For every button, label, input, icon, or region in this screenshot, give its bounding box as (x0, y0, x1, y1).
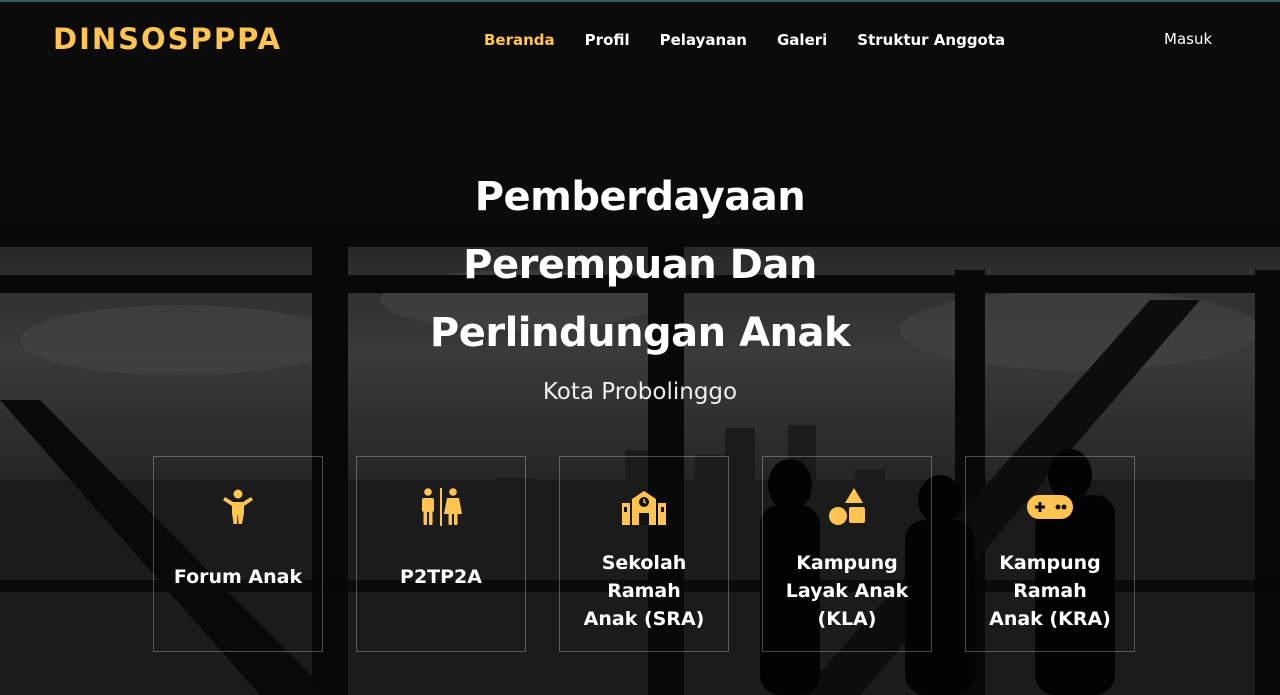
service-card-kampung-layak-anak[interactable]: Kampung Layak Anak (KLA) (762, 456, 932, 652)
top-accent-line (0, 0, 1280, 2)
site-logo[interactable]: DINSOSPPPA (53, 22, 282, 56)
nav-item-galeri[interactable]: Galeri (777, 31, 827, 49)
service-card-title-line: Kampung (796, 552, 898, 574)
nav-item-pelayanan[interactable]: Pelayanan (660, 31, 747, 49)
service-card-title: Kampung Ramah Anak (KRA) (979, 549, 1121, 633)
service-cards: Forum Anak P2TP2A Sekolah Ramah Anak (SR… (153, 456, 1135, 652)
shapes-icon (828, 487, 866, 527)
school-icon (622, 487, 666, 527)
service-card-title-line: Ramah (607, 580, 681, 602)
service-card-p2tp2a[interactable]: P2TP2A (356, 456, 526, 652)
nav-item-beranda[interactable]: Beranda (484, 31, 555, 49)
login-link[interactable]: Masuk (1164, 30, 1212, 48)
hero-title-line: Perlindungan Anak (429, 310, 851, 356)
child-icon (223, 487, 253, 527)
hero-headline: Pemberdayaan Perempuan Dan Perlindungan … (0, 163, 1280, 405)
service-card-sekolah-ramah-anak[interactable]: Sekolah Ramah Anak (SRA) (559, 456, 729, 652)
restroom-icon (420, 487, 462, 527)
site-header: DINSOSPPPA Beranda Profil Pelayanan Gale… (0, 0, 1280, 80)
hero-title-line: Pemberdayaan (474, 174, 806, 220)
service-card-title: Forum Anak (173, 566, 303, 588)
service-card-title-line: Sekolah (601, 552, 687, 574)
service-card-title-line: (KLA) (817, 608, 877, 630)
nav-item-struktur-anggota[interactable]: Struktur Anggota (857, 31, 1005, 49)
service-card-title-line: Kampung (999, 552, 1101, 574)
hero-section: DINSOSPPPA Beranda Profil Pelayanan Gale… (0, 0, 1280, 695)
service-card-kampung-ramah-anak[interactable]: Kampung Ramah Anak (KRA) (965, 456, 1135, 652)
service-card-title-line: Anak (KRA) (989, 608, 1111, 630)
service-card-title-line: Anak (SRA) (583, 608, 705, 630)
hero-title: Pemberdayaan Perempuan Dan Perlindungan … (0, 163, 1280, 367)
service-card-title-line: Ramah (1013, 580, 1087, 602)
service-card-title: P2TP2A (400, 566, 482, 588)
service-card-title: Kampung Layak Anak (KLA) (776, 549, 919, 633)
service-card-title-line: Layak Anak (785, 580, 909, 602)
nav-item-profil[interactable]: Profil (585, 31, 630, 49)
service-card-title: Sekolah Ramah Anak (SRA) (574, 549, 715, 633)
hero-title-line: Perempuan Dan (463, 242, 817, 288)
gamepad-icon (1027, 487, 1073, 527)
service-card-forum-anak[interactable]: Forum Anak (153, 456, 323, 652)
hero-subtitle: Kota Probolinggo (542, 379, 738, 405)
